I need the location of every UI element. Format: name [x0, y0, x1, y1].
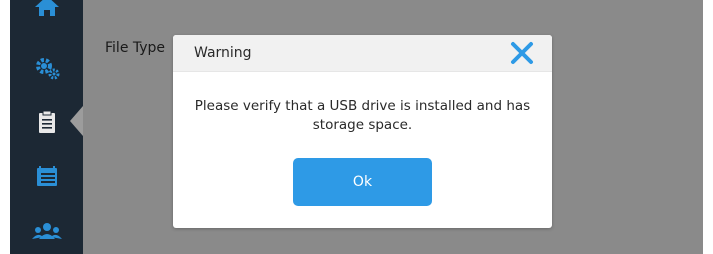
active-pointer [70, 106, 83, 136]
sidebar [10, 0, 83, 254]
message-line-2: storage space. [312, 117, 413, 133]
home-icon[interactable] [10, 0, 83, 18]
ok-button[interactable]: Ok [293, 158, 432, 206]
dialog-title: Warning [194, 45, 252, 61]
message-line-1: Please verify that a USB drive is instal… [194, 98, 531, 114]
users-icon[interactable] [10, 221, 83, 243]
dialog-message: Please verify that a USB drive is instal… [193, 97, 532, 135]
calendar-list-icon[interactable] [10, 166, 83, 188]
close-icon[interactable] [510, 41, 534, 65]
file-type-label: File Type [105, 40, 166, 56]
warning-dialog: Warning Please verify that a USB drive i… [173, 35, 552, 228]
gears-icon[interactable] [10, 56, 83, 80]
dialog-header: Warning [173, 35, 552, 72]
